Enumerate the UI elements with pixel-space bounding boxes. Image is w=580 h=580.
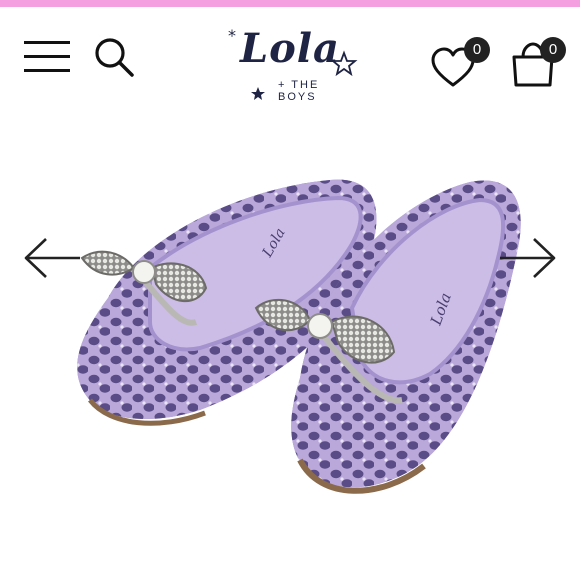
- wishlist-count-badge: 0: [464, 37, 490, 63]
- menu-icon[interactable]: [24, 40, 72, 74]
- brand-logo[interactable]: * Lola + THE BOYS: [222, 23, 362, 103]
- search-icon[interactable]: [92, 35, 138, 81]
- arrow-right-icon[interactable]: [496, 236, 558, 280]
- product-photo: Lola Lola: [77, 179, 521, 494]
- logo-tagline: + THE BOYS: [278, 79, 320, 103]
- product-image-carousel[interactable]: Lola Lola: [0, 108, 580, 580]
- logo-wordmark: Lola: [240, 25, 340, 72]
- cart-count-badge: 0: [540, 37, 566, 63]
- svg-text:*: *: [228, 26, 236, 45]
- top-accent-bar: [0, 0, 580, 7]
- arrow-left-icon[interactable]: [22, 236, 84, 280]
- cart-button[interactable]: 0: [510, 35, 570, 87]
- wishlist-button[interactable]: 0: [430, 35, 490, 87]
- site-header: * Lola + THE BOYS 0 0: [0, 7, 580, 109]
